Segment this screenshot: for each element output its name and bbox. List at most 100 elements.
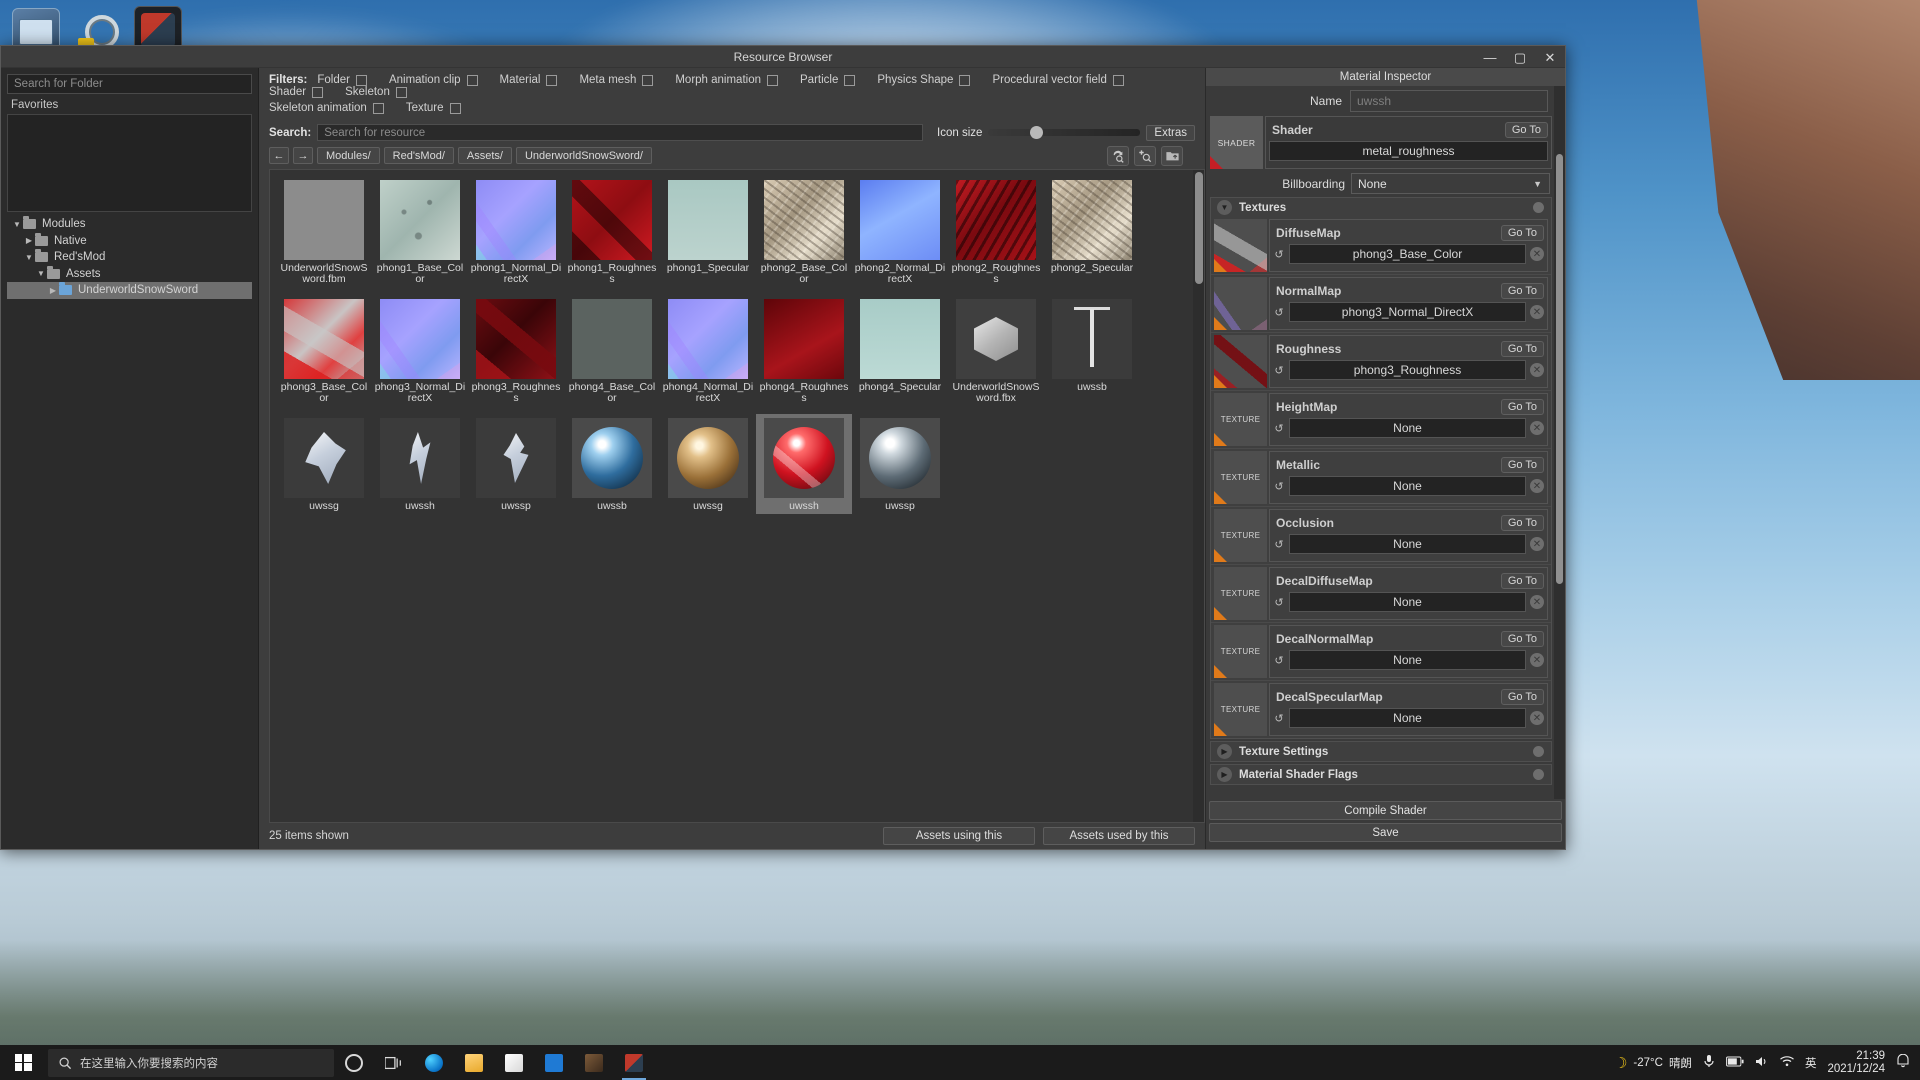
textures-section-toggle[interactable] <box>1533 202 1544 213</box>
grid-item-thumbnail[interactable] <box>668 418 748 498</box>
chevron-right-icon[interactable]: ▶ <box>47 286 59 295</box>
grid-item-thumbnail[interactable] <box>572 299 652 379</box>
grid-item[interactable]: uwssh <box>756 414 852 514</box>
volume-icon[interactable] <box>1755 1055 1769 1071</box>
mail-icon[interactable] <box>534 1045 574 1080</box>
grid-item-thumbnail[interactable] <box>284 418 364 498</box>
grid-item[interactable]: phong4_Base_Color <box>564 295 660 406</box>
material-shader-flags-header[interactable]: ▶ Material Shader Flags <box>1211 765 1551 784</box>
inspector-scrollbar[interactable] <box>1554 86 1565 799</box>
filter-procedural-vector-field[interactable]: Procedural vector field <box>992 74 1124 86</box>
filter-material[interactable]: Material <box>500 74 558 86</box>
tree-item-underworldsnowsword[interactable]: ▶ UnderworldSnowSword <box>7 282 252 299</box>
grid-item[interactable]: uwssb <box>564 414 660 514</box>
texture-placeholder-icon[interactable]: TEXTURE <box>1214 393 1267 446</box>
grid-item-thumbnail[interactable] <box>860 180 940 260</box>
grid-item[interactable]: phong2_Normal_DirectX <box>852 176 948 287</box>
grid-item[interactable]: UnderworldSnowSword.fbm <box>276 176 372 287</box>
clear-icon[interactable]: ✕ <box>1530 247 1544 261</box>
checkbox[interactable] <box>546 74 558 86</box>
icon-size-slider[interactable] <box>988 126 1141 139</box>
texture-goto-button[interactable]: Go To <box>1500 688 1544 705</box>
grid-item[interactable]: phong3_Base_Color <box>276 295 372 406</box>
grid-item[interactable]: uwssg <box>276 414 372 514</box>
checkbox[interactable] <box>372 102 384 114</box>
minimize-button[interactable]: — <box>1475 46 1505 68</box>
texture-value-field[interactable]: None <box>1289 708 1526 728</box>
texture-settings-section[interactable]: ▶ Texture Settings <box>1210 741 1552 762</box>
texture-goto-button[interactable]: Go To <box>1500 282 1544 299</box>
checkbox[interactable] <box>844 74 856 86</box>
shader-thumbnail[interactable]: SHADER <box>1210 116 1263 169</box>
grid-item[interactable]: phong3_Roughness <box>468 295 564 406</box>
grid-item[interactable]: phong2_Base_Color <box>756 176 852 287</box>
checkbox[interactable] <box>959 74 971 86</box>
checkbox[interactable] <box>767 74 778 86</box>
favorites-list[interactable] <box>7 114 252 212</box>
texture-goto-button[interactable]: Go To <box>1500 572 1544 589</box>
chevron-down-icon[interactable]: ▼ <box>11 220 23 229</box>
filter-skeleton-animation[interactable]: Skeleton animation <box>269 102 384 114</box>
shader-goto-button[interactable]: Go To <box>1504 121 1548 138</box>
chevron-right-icon[interactable]: ▶ <box>1217 744 1232 759</box>
grid-item[interactable]: phong4_Normal_DirectX <box>660 295 756 406</box>
reset-icon[interactable]: ↺ <box>1273 422 1285 435</box>
breadcrumb-item[interactable]: UnderworldSnowSword/ <box>515 147 652 164</box>
grid-item-thumbnail[interactable] <box>860 418 940 498</box>
assets-used-by-this-button[interactable]: Assets used by this <box>1043 827 1195 845</box>
start-button[interactable] <box>0 1045 46 1080</box>
grid-item-thumbnail[interactable] <box>284 299 364 379</box>
clock[interactable]: 21:39 2021/12/24 <box>1827 1050 1885 1076</box>
file-explorer-icon[interactable] <box>454 1045 494 1080</box>
chevron-down-icon[interactable]: ▼ <box>35 269 47 278</box>
checkbox[interactable] <box>642 74 654 86</box>
checkbox[interactable] <box>395 86 407 98</box>
folder-upload-icon[interactable] <box>1161 145 1183 166</box>
texture-value-field[interactable]: phong3_Normal_DirectX <box>1289 302 1526 322</box>
texture-placeholder-icon[interactable]: TEXTURE <box>1214 451 1267 504</box>
texture-placeholder-icon[interactable]: TEXTURE <box>1214 683 1267 736</box>
breadcrumb-item[interactable]: Modules/ <box>317 147 380 164</box>
textures-section-header[interactable]: ▼ Textures <box>1211 198 1551 217</box>
filter-animation-clip[interactable]: Animation clip <box>389 74 478 86</box>
texture-thumbnail[interactable] <box>1214 335 1267 388</box>
clear-icon[interactable]: ✕ <box>1530 479 1544 493</box>
reset-icon[interactable]: ↺ <box>1273 480 1285 493</box>
clear-icon[interactable]: ✕ <box>1530 305 1544 319</box>
grid-item-thumbnail[interactable] <box>476 418 556 498</box>
grid-item-thumbnail[interactable] <box>668 180 748 260</box>
texture-value-field[interactable]: None <box>1289 592 1526 612</box>
store-icon[interactable] <box>494 1045 534 1080</box>
filter-physics-shape[interactable]: Physics Shape <box>877 74 971 86</box>
grid-item[interactable]: phong1_Specular <box>660 176 756 287</box>
edge-icon[interactable] <box>414 1045 454 1080</box>
resource-grid[interactable]: UnderworldSnowSword.fbm phong1_Base_Color… <box>269 169 1193 823</box>
app7-icon[interactable] <box>614 1045 654 1080</box>
reset-icon[interactable]: ↺ <box>1273 596 1285 609</box>
clear-icon[interactable]: ✕ <box>1530 421 1544 435</box>
grid-item[interactable]: uwssg <box>660 414 756 514</box>
window-titlebar[interactable]: Resource Browser — ▢ ✕ <box>1 46 1565 68</box>
checkbox[interactable] <box>1112 74 1124 86</box>
grid-item[interactable]: uwssb <box>1044 295 1140 406</box>
filter-folder[interactable]: Folder <box>317 74 367 86</box>
texture-thumbnail[interactable] <box>1214 277 1267 330</box>
grid-item-thumbnail[interactable] <box>284 180 364 260</box>
compile-shader-button[interactable]: Compile Shader <box>1209 801 1562 820</box>
grid-item[interactable]: phong2_Specular <box>1044 176 1140 287</box>
save-button[interactable]: Save <box>1209 823 1562 842</box>
grid-item-thumbnail[interactable] <box>1052 180 1132 260</box>
chevron-right-icon[interactable]: ▶ <box>1217 767 1232 782</box>
grid-item-thumbnail[interactable] <box>764 180 844 260</box>
material-name-input[interactable]: uwssh <box>1350 90 1548 112</box>
texture-thumbnail[interactable] <box>1214 219 1267 272</box>
material-shader-flags-section[interactable]: ▶ Material Shader Flags <box>1210 764 1552 785</box>
filter-particle[interactable]: Particle <box>800 74 856 86</box>
texture-goto-button[interactable]: Go To <box>1500 340 1544 357</box>
material-shader-flags-toggle[interactable] <box>1533 769 1544 780</box>
task-view-icon[interactable] <box>374 1045 414 1080</box>
texture-placeholder-icon[interactable]: TEXTURE <box>1214 567 1267 620</box>
texture-value-field[interactable]: None <box>1289 650 1526 670</box>
grid-scrollbar-thumb[interactable] <box>1195 172 1203 284</box>
grid-item-thumbnail[interactable] <box>380 418 460 498</box>
